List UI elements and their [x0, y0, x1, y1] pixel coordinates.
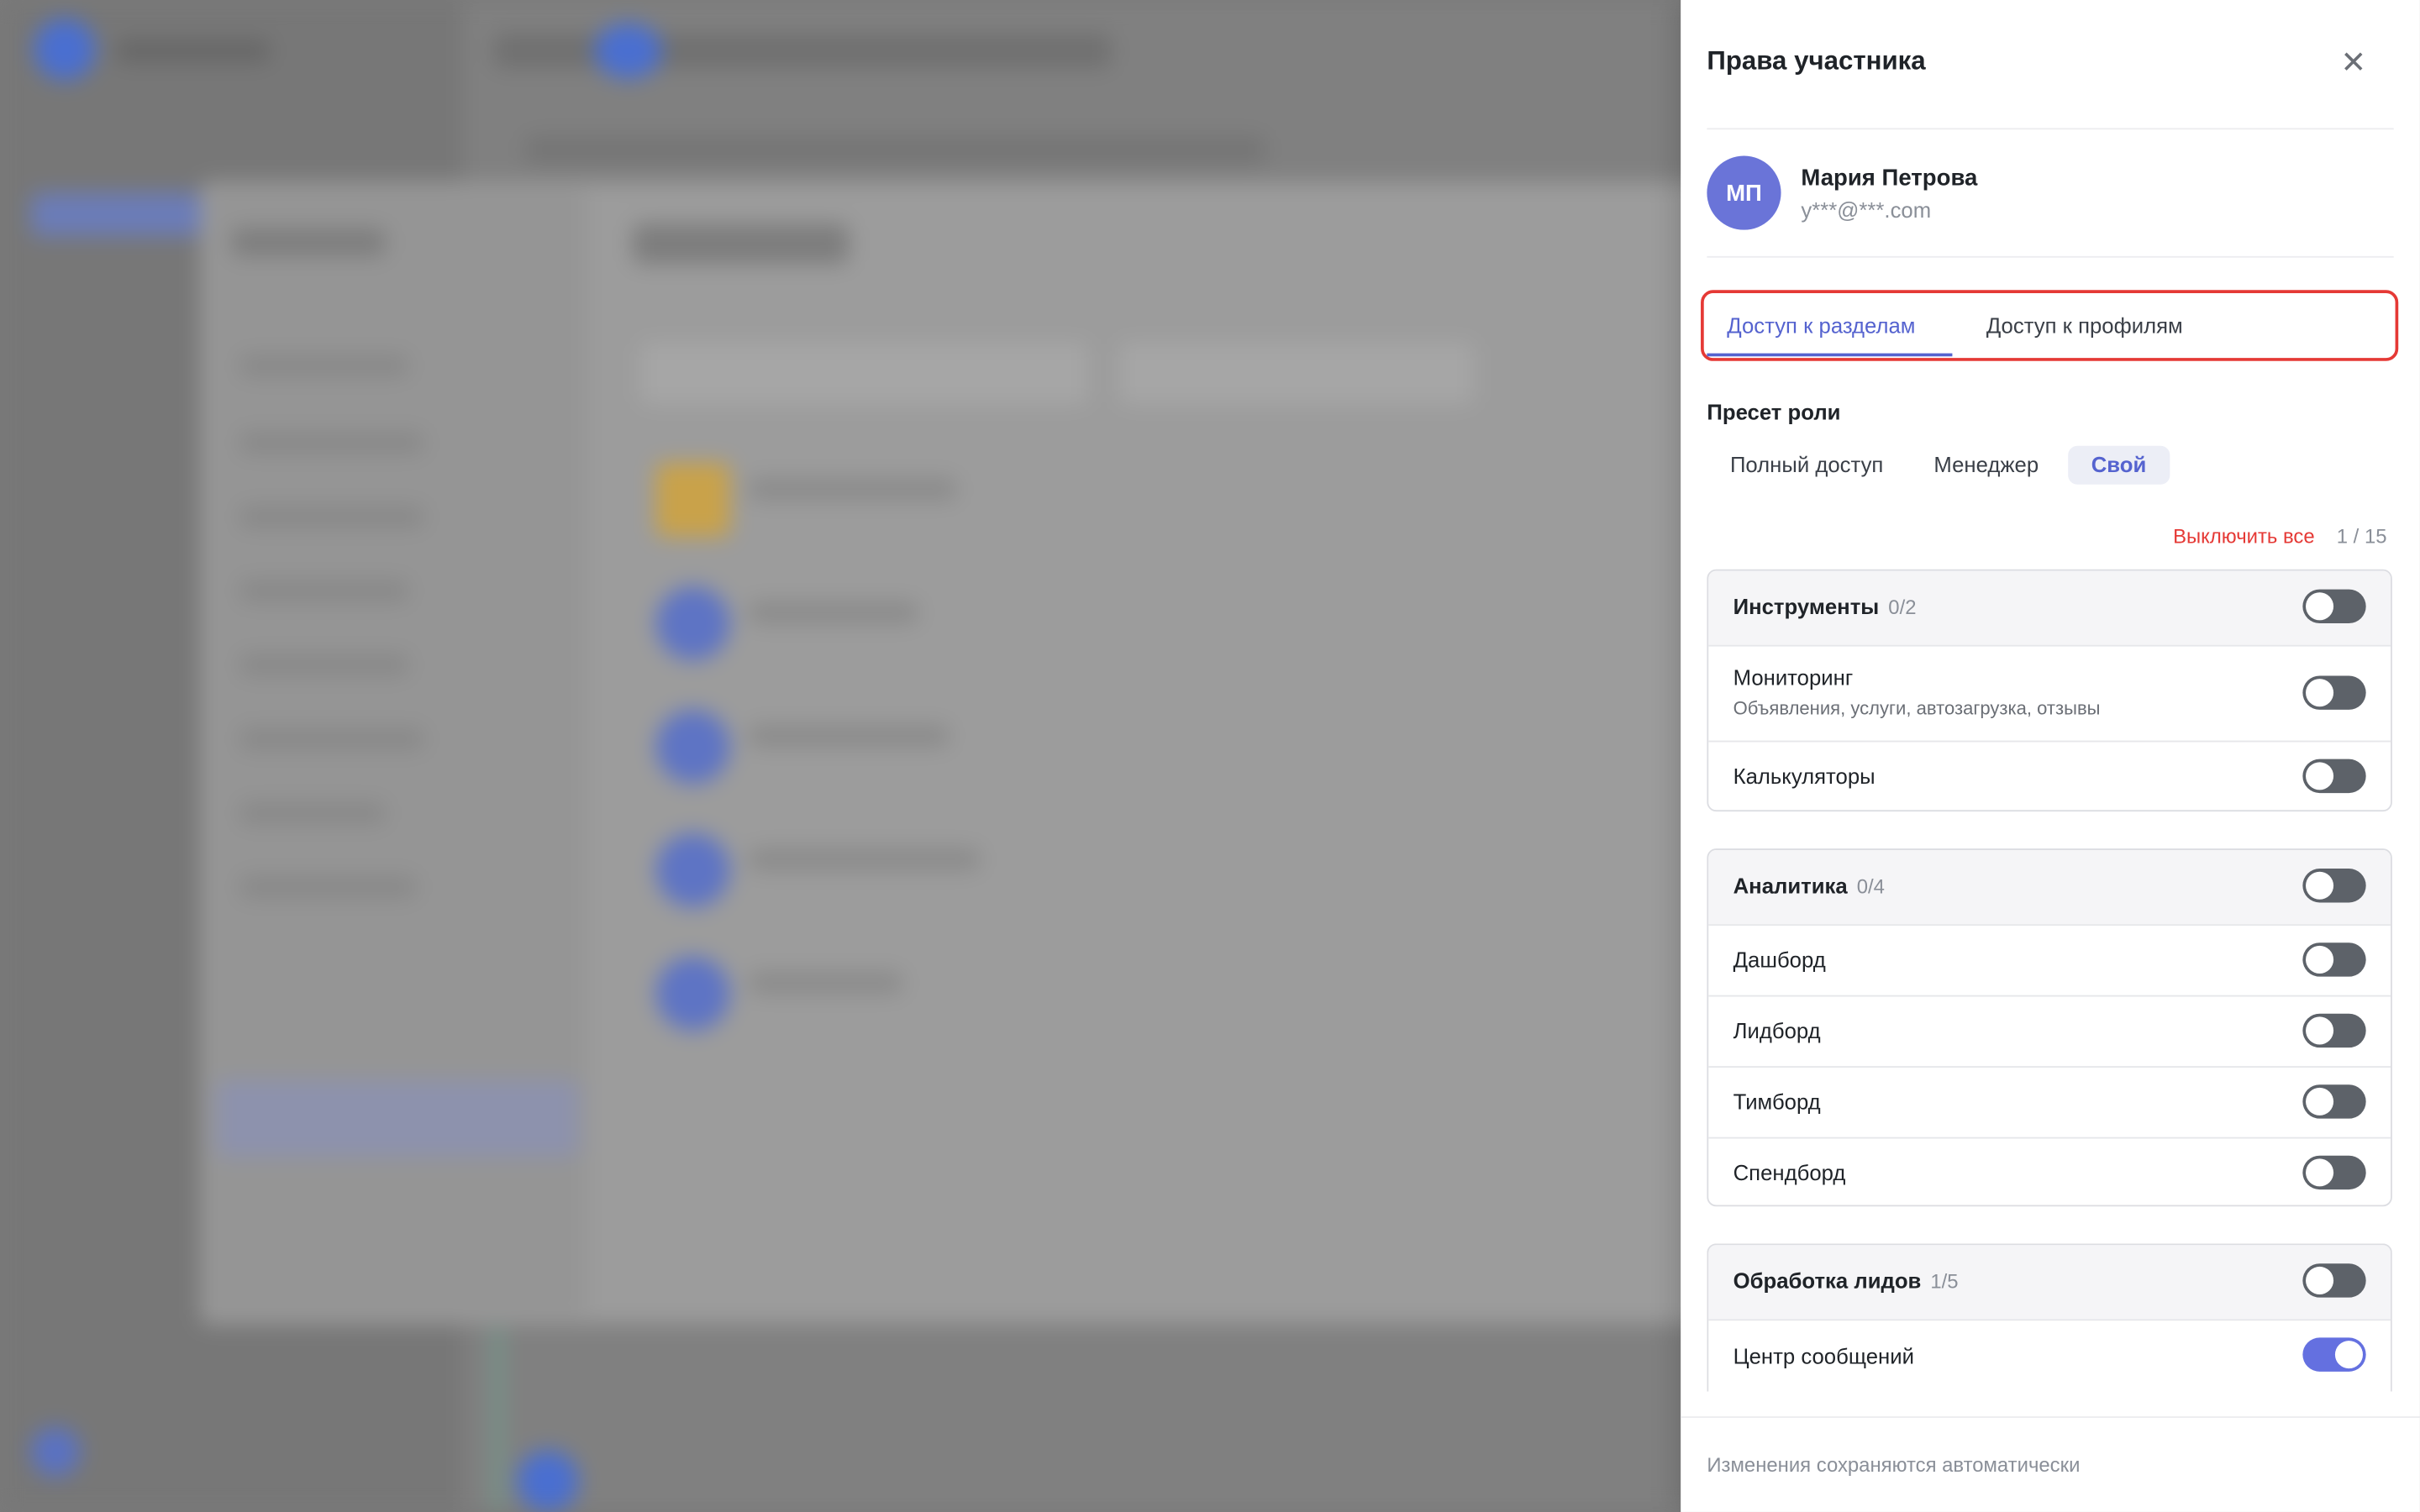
permission-row: Спендборд — [1708, 1137, 2391, 1205]
preset-custom[interactable]: Свой — [2068, 445, 2170, 485]
member-permissions-drawer: Права участника ✕ МП Мария Петрова y***@… — [1681, 0, 2420, 1512]
tab-section-access[interactable]: Доступ к разделам — [1727, 313, 1915, 338]
permission-row: Калькуляторы — [1708, 740, 2391, 811]
permission-toggle[interactable] — [2302, 1337, 2366, 1372]
group-header: Обработка лидов 1/5 — [1708, 1245, 2391, 1320]
disable-all-button[interactable]: Выключить все — [2173, 524, 2315, 548]
permission-label: Калькуляторы — [1733, 764, 1876, 789]
permission-row: Тимборд — [1708, 1066, 2391, 1137]
permission-row: Центр сообщений — [1708, 1319, 2391, 1391]
permission-toggle[interactable] — [2302, 675, 2366, 710]
preset-manager[interactable]: Менеджер — [1911, 446, 2062, 485]
permission-label: Мониторинг — [1733, 664, 1854, 690]
user-name: Мария Петрова — [1801, 165, 1978, 192]
permission-toggle[interactable] — [2302, 1155, 2366, 1190]
permission-toggle[interactable] — [2302, 942, 2366, 977]
permission-label: Спендборд — [1733, 1160, 1846, 1185]
permission-label: Лидборд — [1733, 1018, 1821, 1043]
avatar: МП — [1707, 155, 1781, 230]
group-title: Аналитика — [1733, 873, 1848, 898]
group-count: 1/5 — [1930, 1269, 1959, 1294]
group-lead-processing: Обработка лидов 1/5 Центр сообщений — [1707, 1243, 2392, 1392]
permission-label: Тимборд — [1733, 1089, 1821, 1115]
user-email: y***@***.com — [1801, 197, 1932, 223]
group-title: Обработка лидов — [1733, 1268, 1922, 1294]
group-analytics: Аналитика 0/4 Дашборд Лидборд Тимборд Спе… — [1707, 848, 2392, 1207]
permission-toggle[interactable] — [2302, 759, 2366, 794]
permission-label: Дашборд — [1733, 947, 1826, 973]
enabled-counter: 1 / 15 — [2336, 524, 2387, 549]
divider — [1707, 255, 2394, 258]
permission-toggle[interactable] — [2302, 1013, 2366, 1048]
divider — [1707, 128, 2394, 130]
group-toggle[interactable] — [2302, 589, 2366, 624]
group-tools: Инструменты 0/2 Мониторинг Объявления, ус… — [1707, 569, 2392, 812]
permission-label: Центр сообщений — [1733, 1343, 1914, 1369]
preset-title: Пресет роли — [1707, 399, 1841, 425]
permission-row: Мониторинг Объявления, услуги, автозагру… — [1708, 644, 2391, 741]
group-count: 0/4 — [1856, 874, 1885, 898]
autosave-note: Изменения сохраняются автоматически — [1707, 1453, 2081, 1477]
group-title: Инструменты — [1733, 594, 1880, 619]
active-tab-indicator — [1707, 353, 1953, 357]
permission-row: Лидборд — [1708, 995, 2391, 1066]
close-icon[interactable]: ✕ — [2337, 46, 2370, 80]
drawer-title: Права участника — [1707, 46, 1926, 76]
group-toggle[interactable] — [2302, 869, 2366, 903]
permission-description: Объявления, услуги, автозагрузка, отзывы — [1733, 697, 2101, 719]
group-header: Инструменты 0/2 — [1708, 570, 2391, 645]
tab-profile-access[interactable]: Доступ к профилям — [1986, 313, 2183, 338]
permission-toggle[interactable] — [2302, 1084, 2366, 1119]
group-header: Аналитика 0/4 — [1708, 850, 2391, 925]
group-toggle[interactable] — [2302, 1263, 2366, 1298]
footer-divider — [1681, 1416, 2420, 1418]
permission-row: Дашборд — [1708, 924, 2391, 995]
preset-full-access[interactable]: Полный доступ — [1707, 446, 1907, 485]
group-count: 0/2 — [1888, 595, 1917, 619]
